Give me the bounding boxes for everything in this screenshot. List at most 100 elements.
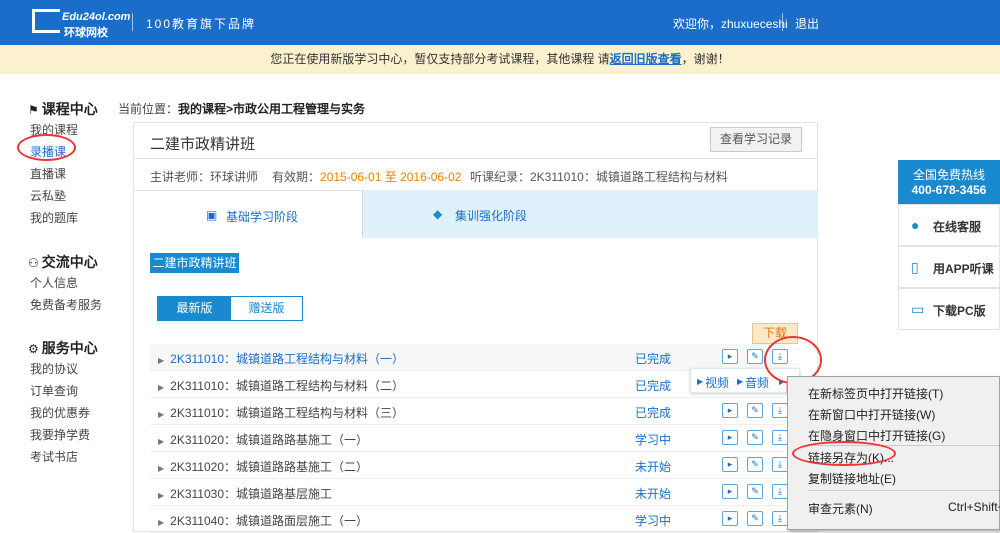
triangle-icon: ▶ [158, 383, 165, 392]
tab-basic-stage[interactable]: ▣ 基础学习阶段 [134, 190, 362, 238]
video-icon[interactable]: ▸ [722, 457, 738, 472]
edit-icon[interactable]: ✎ [747, 484, 763, 499]
sidebar-item-free-service[interactable]: 免费备考服务 [30, 296, 102, 313]
download-icon[interactable]: ⤓ [772, 457, 788, 472]
hotline-title: 全国免费热线 [912, 168, 985, 182]
divider [134, 158, 818, 159]
lesson-title[interactable]: ▶ 2K311010：城镇道路工程结构与材料（一） [158, 350, 404, 367]
hotline-box: 全国免费热线 400-678-3456 [898, 160, 1000, 204]
exchange-center-title: ⚇ 交流中心 [28, 254, 98, 270]
tab-basic-label: 基础学习阶段 [226, 210, 299, 224]
course-title: 二建市政精讲班 [150, 136, 256, 153]
sidebar-item-agreement[interactable]: 我的协议 [30, 360, 78, 377]
triangle-icon: ▶ [158, 491, 165, 500]
validity: 有效期：2015-06-01 至 2016-06-02 [272, 170, 462, 184]
triangle-icon: ▶ [158, 356, 165, 365]
breadcrumb-path[interactable]: 我的课程>市政公用工程管理与实务 [178, 102, 365, 116]
diamond-icon: ◆ [433, 207, 443, 221]
view-record-button[interactable]: 查看学习记录 [710, 127, 802, 152]
top-header: Edu24ol.com 环球网校 100教育旗下品牌 欢迎你，zhuxueces… [0, 0, 1000, 45]
lesson-title[interactable]: ▶ 2K311040：城镇道路面层施工（一） [158, 512, 368, 529]
notice-text: 您正在使用新版学习中心，暂仅支持部分考试课程，其他课程 请 [270, 52, 610, 66]
lesson-row[interactable]: ▶ 2K311020：城镇道路路基施工（一） 学习中 ▸ ✎ ⤓ [150, 425, 788, 452]
triangle-icon: ▶ [697, 377, 704, 386]
tab-latest-version[interactable]: 最新版 [158, 297, 231, 320]
lesson-title[interactable]: ▶ 2K311020：城镇道路路基施工（一） [158, 431, 368, 448]
video-icon[interactable]: ▸ [722, 349, 738, 364]
edit-icon[interactable]: ✎ [747, 511, 763, 526]
lesson-title[interactable]: ▶ 2K311030：城镇道路基层施工 [158, 485, 332, 502]
triangle-icon: ▶ [158, 464, 165, 473]
video-icon[interactable]: ▸ [722, 484, 738, 499]
tagline: 100教育旗下品牌 [146, 17, 257, 31]
logo-text[interactable]: Edu24ol.com [62, 11, 130, 23]
sidebar-item-coupons[interactable]: 我的优惠券 [30, 404, 90, 421]
lesson-row[interactable]: ▶ 2K311040：城镇道路面层施工（一） 学习中 ▸ ✎ ⤓ [150, 506, 788, 533]
app-listen-button[interactable]: ▯ 用APP听课 [898, 246, 1000, 288]
breadcrumb: 当前位置：我的课程>市政公用工程管理与实务 [118, 102, 366, 116]
edit-icon[interactable]: ✎ [747, 403, 763, 418]
ctx-separator [808, 490, 999, 491]
old-version-link[interactable]: 返回旧版查看 [610, 52, 682, 66]
tab-gift-version[interactable]: 赠送版 [231, 297, 302, 320]
video-icon[interactable]: ▸ [722, 403, 738, 418]
edit-icon[interactable]: ✎ [747, 430, 763, 445]
lesson-status: 已完成 [635, 379, 672, 393]
lesson-status: 未开始 [635, 460, 672, 474]
sidebar-item-question-bank[interactable]: 我的题库 [30, 209, 78, 226]
highlight-circle [792, 441, 896, 466]
ctx-inspect-shortcut: Ctrl+Shift+ [948, 500, 1000, 514]
ctx-copy-link[interactable]: 复制链接地址(E) [808, 470, 896, 487]
download-icon[interactable]: ⤓ [772, 511, 788, 526]
logout-link[interactable]: 退出 [795, 15, 819, 32]
sidebar-item-profile[interactable]: 个人信息 [30, 274, 78, 291]
teacher-label: 主讲老师：环球讲师 [150, 170, 259, 184]
sidebar-item-bookstore[interactable]: 考试书店 [30, 448, 78, 465]
header-divider [132, 13, 133, 31]
ctx-inspect[interactable]: 审查元素(N) [808, 500, 873, 517]
sidebar-item-earn[interactable]: 我要挣学费 [30, 426, 90, 443]
lesson-row[interactable]: ▶ 2K311010：城镇道路工程结构与材料（三） 已完成 ▸ ✎ ⤓ [150, 398, 788, 425]
validity-dates: 2015-06-01 至 2016-06-02 [320, 170, 462, 184]
edit-icon[interactable]: ✎ [747, 457, 763, 472]
logo-icon[interactable] [32, 9, 60, 33]
triangle-icon: ▶ [158, 518, 165, 527]
lesson-title[interactable]: ▶ 2K311010：城镇道路工程结构与材料（二） [158, 377, 404, 394]
sidebar-item-live[interactable]: 直播课 [30, 165, 66, 182]
tab-intensive-label: 集训强化阶段 [455, 209, 528, 223]
lesson-title[interactable]: ▶ 2K311020：城镇道路路基施工（二） [158, 458, 368, 475]
sidebar-item-private[interactable]: 云私塾 [30, 187, 66, 204]
notice-suffix: ，谢谢！ [681, 52, 730, 66]
welcome-text: 欢迎你，zhuxueceshi [673, 17, 788, 31]
header-divider [782, 13, 783, 31]
ctx-open-new-tab[interactable]: 在新标签页中打开链接(T) [808, 385, 943, 402]
highlight-circle [17, 134, 76, 161]
edit-icon[interactable]: ✎ [747, 349, 763, 364]
phone-icon: ▯ [911, 259, 919, 275]
download-pc-button[interactable]: ▭ 下载PC版 [898, 288, 1000, 330]
download-icon[interactable]: ⤓ [772, 484, 788, 499]
video-icon[interactable]: ▸ [722, 511, 738, 526]
lesson-status: 未开始 [635, 487, 672, 501]
lesson-title[interactable]: ▶ 2K311010：城镇道路工程结构与材料（三） [158, 404, 404, 421]
submenu-audio[interactable]: 音频 [745, 374, 769, 391]
user-icon: ● [911, 217, 920, 233]
video-icon[interactable]: ▸ [722, 430, 738, 445]
submenu-video[interactable]: 视频 [705, 374, 729, 391]
logo-subtext[interactable]: 环球网校 [64, 24, 108, 40]
class-button[interactable]: 二建市政精讲班 [150, 253, 239, 273]
hotline-number: 400-678-3456 [911, 183, 987, 197]
sidebar-item-orders[interactable]: 订单查询 [30, 382, 78, 399]
online-service-button[interactable]: ● 在线客服 [898, 204, 1000, 246]
last-listen: 听课纪录：2K311010：城镇道路工程结构与材料 [470, 170, 728, 184]
flag-icon: ⚑ [28, 103, 39, 117]
tab-intensive-stage[interactable]: ◆ 集训强化阶段 [362, 190, 818, 238]
person-icon: ⚇ [28, 256, 39, 270]
triangle-icon: ▶ [737, 377, 744, 386]
settings-icon: ⚙ [28, 342, 39, 356]
ctx-open-new-window[interactable]: 在新窗口中打开链接(W) [808, 406, 935, 423]
lesson-row[interactable]: ▶ 2K311030：城镇道路基层施工 未开始 ▸ ✎ ⤓ [150, 479, 788, 506]
lesson-row[interactable]: ▶ 2K311020：城镇道路路基施工（二） 未开始 ▸ ✎ ⤓ [150, 452, 788, 479]
lesson-row[interactable]: ▶ 2K311010：城镇道路工程结构与材料（一） 已完成 ▸ ✎ ⤓ [150, 344, 788, 371]
lesson-status: 已完成 [635, 406, 672, 420]
